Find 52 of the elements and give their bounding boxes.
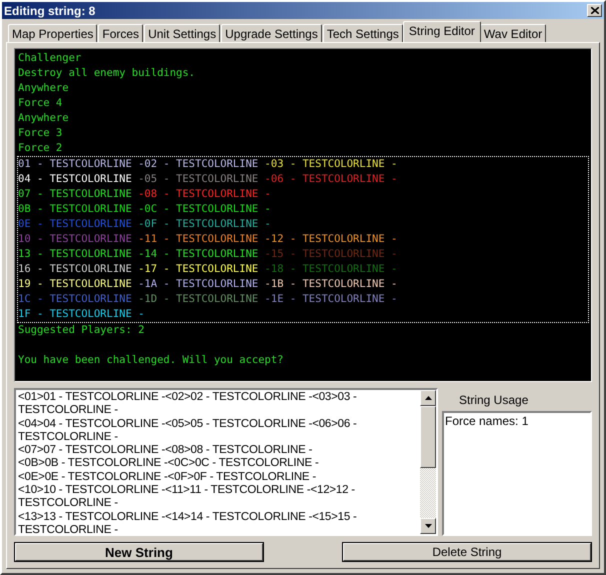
scroll-thumb[interactable] (420, 406, 436, 468)
colored-text-line: 04 - TESTCOLORLINE -05 - TESTCOLORLINE -06 - TESTCOLORLINE - (18, 172, 398, 187)
list-item[interactable]: Force 4 (17, 96, 589, 111)
list-item[interactable]: Anywhere (17, 111, 589, 126)
list-item-selection[interactable] (17, 156, 589, 323)
colored-text-line: 0E - TESTCOLORLINE -0F - TESTCOLORLINE - (18, 217, 272, 232)
colored-text-line: 10 - TESTCOLORLINE -11 - TESTCOLORLINE -12 - TESTCOLORLINE - (18, 232, 398, 247)
text-line: <10>10 - TESTCOLORLINE -<11>11 - TESTCOLORLINE -<12>12 - (18, 484, 356, 498)
scroll-down-button[interactable] (420, 518, 436, 534)
text-line: TESTCOLORLINE - (18, 404, 119, 418)
text-field[interactable] (14, 388, 438, 536)
scrollbar[interactable] (420, 390, 436, 534)
down-arrow-icon (424, 524, 432, 528)
colored-text-line: 1F - TESTCOLORLINE - (18, 307, 146, 322)
text-line: TESTCOLORLINE - (18, 524, 119, 534)
text-line: TESTCOLORLINE - (18, 497, 119, 511)
text-line: <13>13 - TESTCOLORLINE -<14>14 - TESTCOLORLINE -<15>15 - (18, 510, 358, 524)
tab[interactable]: Map Properties (8, 24, 98, 42)
text-line: <0E>0E - TESTCOLORLINE -<0F>0F - TESTCOLORLINE - (18, 470, 318, 484)
section-label: String Usage (458, 392, 530, 407)
delete-string-button[interactable]: Delete String (343, 543, 591, 561)
list-item[interactable]: Anywhere (17, 81, 589, 96)
colored-text-line: 16 - TESTCOLORLINE -17 - TESTCOLORLINE -18 - TESTCOLORLINE - (18, 262, 398, 277)
close-button[interactable] (587, 4, 602, 17)
tab[interactable]: Unit Settings (144, 24, 220, 42)
colored-text-line: 0B - TESTCOLORLINE -0C - TESTCOLORLINE - (18, 202, 272, 217)
colored-text-line: 19 - TESTCOLORLINE -1A - TESTCOLORLINE -1B - TESTCOLORLINE - (18, 277, 398, 292)
colored-text-line: 01 - TESTCOLORLINE -02 - TESTCOLORLINE -03 - TESTCOLORLINE - (18, 157, 398, 172)
list-item[interactable]: Suggested Players: 2 You have been challenged. Will you accept? (17, 323, 589, 368)
colored-text-line: 07 - TESTCOLORLINE -08 - TESTCOLORLINE - (18, 187, 272, 202)
new-string-button[interactable]: New String (15, 543, 263, 561)
list-item[interactable]: Destroy all enemy buildings. (17, 66, 589, 81)
colored-text-line: 13 - TESTCOLORLINE -14 - TESTCOLORLINE -15 - TESTCOLORLINE - (18, 247, 398, 262)
text-line: <01>01 - TESTCOLORLINE -<02>02 - TESTCOLORLINE -<03>03 - (18, 391, 358, 404)
tab[interactable]: Forces (98, 24, 144, 42)
text-line: <0B>0B - TESTCOLORLINE -<0C>0C - TESTCOLORLINE - (18, 457, 320, 471)
close-icon (590, 7, 598, 14)
tab[interactable]: Wav Editor (480, 24, 546, 42)
tab[interactable]: String Editor (402, 21, 481, 42)
text-line: <04>04 - TESTCOLORLINE -<05>05 - TESTCOLORLINE -<06>06 - (18, 418, 358, 431)
text-line: TESTCOLORLINE - (18, 430, 119, 444)
tab[interactable]: Tech Settings (322, 24, 403, 42)
up-arrow-icon (424, 396, 432, 400)
list-item[interactable]: Force 2 (17, 141, 589, 156)
scroll-up-button[interactable] (420, 390, 436, 406)
list-item[interactable]: Force 3 (17, 126, 589, 141)
tab[interactable]: Upgrade Settings (221, 24, 322, 42)
colored-text-line: 1C - TESTCOLORLINE -1D - TESTCOLORLINE -1E - TESTCOLORLINE - (18, 292, 398, 307)
list-item[interactable]: Force names: 1 (445, 415, 589, 428)
list-item[interactable]: Challenger (17, 51, 589, 66)
window-title: Editing string: 8 (4, 4, 96, 18)
text-line: <07>07 - TESTCOLORLINE -<08>08 - TESTCOLORLINE - (18, 444, 314, 458)
